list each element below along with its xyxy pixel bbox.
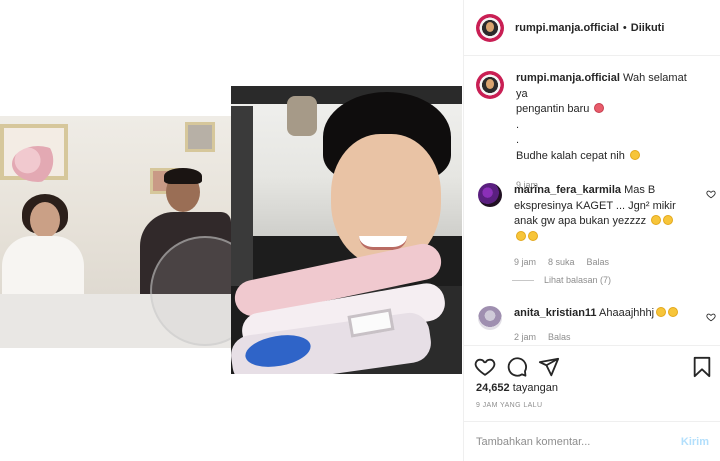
- avatar[interactable]: [478, 183, 502, 207]
- view-count-label: tayangan: [512, 382, 558, 394]
- post-comment-button[interactable]: Kirim: [681, 436, 709, 448]
- reply-button[interactable]: Balas: [548, 330, 571, 346]
- like-button[interactable]: [474, 356, 496, 378]
- view-count[interactable]: 24,652 tayangan: [476, 382, 558, 394]
- like-comment-icon[interactable]: [706, 312, 716, 322]
- heart-icon: [474, 358, 496, 376]
- header-text: rumpi.manja.official • Diikuti: [515, 22, 664, 34]
- comment-text: pengantin baru: [516, 103, 590, 115]
- comment-meta: 2 jam Balas: [514, 330, 684, 346]
- post-header: rumpi.manja.official • Diikuti: [464, 0, 720, 56]
- post-sidebar: rumpi.manja.official • Diikuti rumpi.man…: [463, 0, 720, 461]
- laughing-emoji-icon: [528, 230, 538, 241]
- post-timestamp[interactable]: 9 JAM YANG LALU: [476, 402, 542, 409]
- avatar[interactable]: [476, 13, 504, 42]
- comment-text: Ahaaajhhhj: [599, 307, 655, 319]
- avatar[interactable]: [478, 306, 502, 330]
- laughing-emoji-icon: [629, 149, 640, 160]
- view-replies[interactable]: Lihat balasan (7): [512, 275, 611, 285]
- heart-eyes-emoji-icon: [594, 103, 605, 113]
- comment-body: rumpi.manja.official Wah selamat ya peng…: [516, 71, 696, 194]
- comment-meta: 9 jam 8 suka Balas: [514, 255, 684, 271]
- comment-list[interactable]: rumpi.manja.official Wah selamat ya peng…: [464, 56, 720, 345]
- like-comment-icon[interactable]: [706, 189, 716, 199]
- comment-time[interactable]: 9 jam: [514, 255, 536, 271]
- laughing-emoji-icon: [663, 215, 674, 225]
- reply-button[interactable]: Balas: [587, 255, 610, 271]
- add-comment-bar: Kirim: [464, 421, 720, 461]
- woman-face: [30, 202, 60, 238]
- left-photo: [0, 116, 231, 348]
- comment-text: Budhe kalah cepat nih: [516, 149, 625, 162]
- save-icon: [693, 356, 711, 378]
- avatar[interactable]: [476, 71, 504, 99]
- wall-frame: [185, 122, 215, 152]
- comment: marina_fera_karmila Mas B ekspresinya KA…: [476, 183, 716, 271]
- thumbs-up-emoji-icon: [656, 307, 667, 317]
- post-media[interactable]: [0, 0, 463, 461]
- share-button[interactable]: [538, 356, 560, 378]
- comment-body: marina_fera_karmila Mas B ekspresinya KA…: [514, 183, 684, 271]
- comment: anita_kristian11 Ahaaajhhhj 2 jam Balas: [476, 306, 716, 345]
- share-icon: [538, 357, 560, 377]
- header-username[interactable]: rumpi.manja.official: [515, 22, 619, 34]
- follow-status-button[interactable]: Diikuti: [631, 22, 665, 34]
- comment-likes[interactable]: 8 suka: [548, 255, 575, 271]
- wall-frame: [0, 124, 68, 182]
- separator-dot: •: [622, 21, 627, 34]
- man-hair: [164, 168, 202, 184]
- comment-button[interactable]: [506, 356, 528, 378]
- save-button[interactable]: [691, 356, 713, 378]
- laughing-emoji-icon: [651, 215, 662, 225]
- thumbs-up-emoji-icon: [668, 307, 679, 317]
- comment-username[interactable]: marina_fera_karmila: [514, 184, 621, 196]
- car-seat: [287, 96, 317, 136]
- divider: [512, 279, 534, 281]
- comment-time[interactable]: 2 jam: [514, 330, 536, 346]
- comment-username[interactable]: rumpi.manja.official: [516, 72, 620, 84]
- comment-text: .: [516, 118, 520, 131]
- caption-comment: rumpi.manja.official Wah selamat ya peng…: [476, 71, 712, 194]
- comment-text: .: [516, 134, 520, 146]
- comment-username[interactable]: anita_kristian11: [514, 307, 597, 319]
- view-count-number: 24,652: [476, 382, 510, 394]
- right-photo: [231, 86, 462, 374]
- laughing-emoji-icon: [516, 230, 526, 241]
- comment-body: anita_kristian11 Ahaaajhhhj 2 jam Balas: [514, 306, 684, 345]
- comment-icon: [507, 357, 527, 377]
- car-pillar: [231, 106, 253, 286]
- comment-input[interactable]: [464, 421, 681, 461]
- flower-bouquet: [12, 146, 64, 182]
- view-replies-label[interactable]: Lihat balasan (7): [544, 275, 611, 285]
